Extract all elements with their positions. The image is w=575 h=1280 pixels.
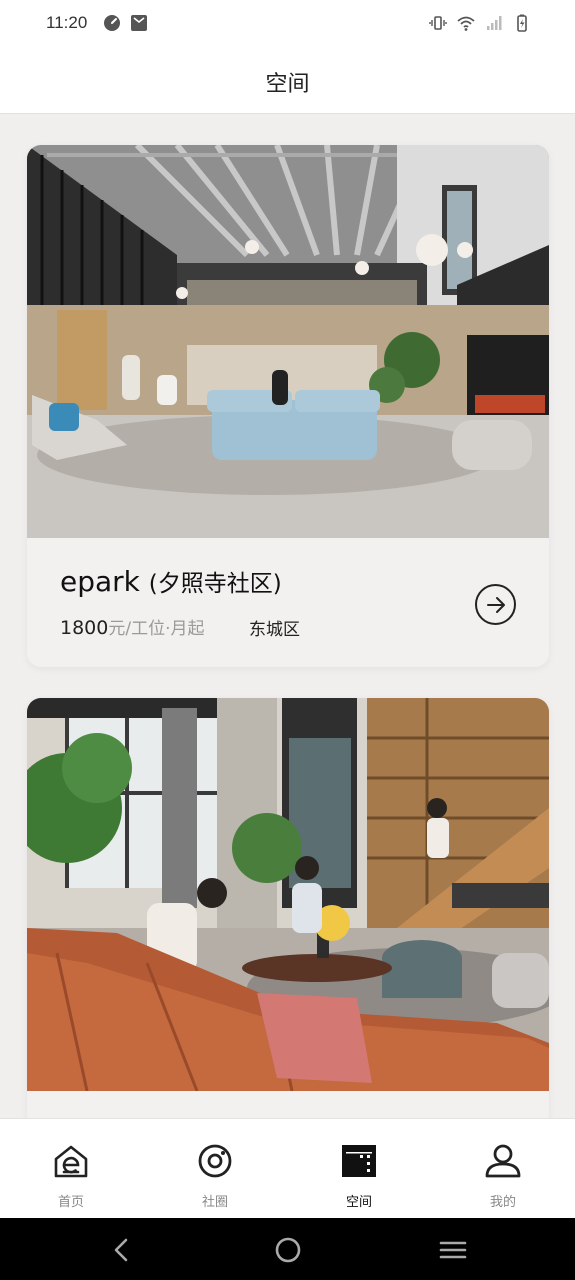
menu-icon[interactable] [439,1236,467,1264]
nav-label-community: 社圈 [201,1195,228,1210]
space-card[interactable]: epark (夕照寺社区) 1800元/工位·月起 东城区 [27,145,549,667]
arrow-right-icon [486,596,505,613]
price-row: 1800元/工位·月起 [60,614,205,639]
space-photo [27,145,549,538]
nav-item-space[interactable]: 空间 [309,1119,409,1219]
status-time: 11:20 [46,13,88,32]
view-space-button[interactable] [475,584,516,625]
title-bar: 空间 [0,50,575,114]
community-circle-icon [198,1144,232,1178]
district-label: 东城区 [249,620,300,640]
nav-item-community[interactable]: 社圈 [165,1119,265,1219]
signal-icon [487,16,502,30]
nav-label-profile: 我的 [489,1195,516,1210]
nav-label-home: 首页 [57,1195,84,1210]
price-unit: 元/工位·月起 [108,619,205,639]
space-name: epark (夕照寺社区) [60,564,282,598]
status-bar: 11:20 [0,0,575,50]
space-name-suffix: (夕照寺社区) [148,571,282,597]
speedometer-icon [104,15,120,31]
nav-item-profile[interactable]: 我的 [453,1119,553,1219]
space-photo [27,698,549,1091]
nav-label-space: 空间 [345,1195,372,1210]
back-icon[interactable] [108,1236,136,1264]
bottom-nav: 首页 社圈 空间 我的 [0,1118,575,1218]
home-e-icon [54,1145,88,1178]
status-right-icons [429,14,531,32]
home-icon[interactable] [274,1236,302,1264]
space-card[interactable] [27,698,549,1118]
profile-icon [485,1144,521,1178]
system-nav-bar [0,1218,575,1280]
space-photo-image [27,145,549,538]
price-value: 1800 [60,617,109,639]
vibrate-icon [429,16,447,30]
space-name-main: epark [60,565,140,598]
space-building-icon [342,1145,376,1177]
battery-icon [517,14,527,32]
notification-icon [131,15,147,31]
space-photo-image [27,698,549,1091]
page-title: 空间 [265,72,310,97]
space-list[interactable]: epark (夕照寺社区) 1800元/工位·月起 东城区 [0,115,575,1118]
status-left-icons [103,14,148,32]
nav-item-home[interactable]: 首页 [21,1119,121,1219]
space-info: epark (夕照寺社区) 1800元/工位·月起 东城区 [27,538,549,667]
space-info [27,1091,549,1118]
wifi-icon [457,16,475,31]
